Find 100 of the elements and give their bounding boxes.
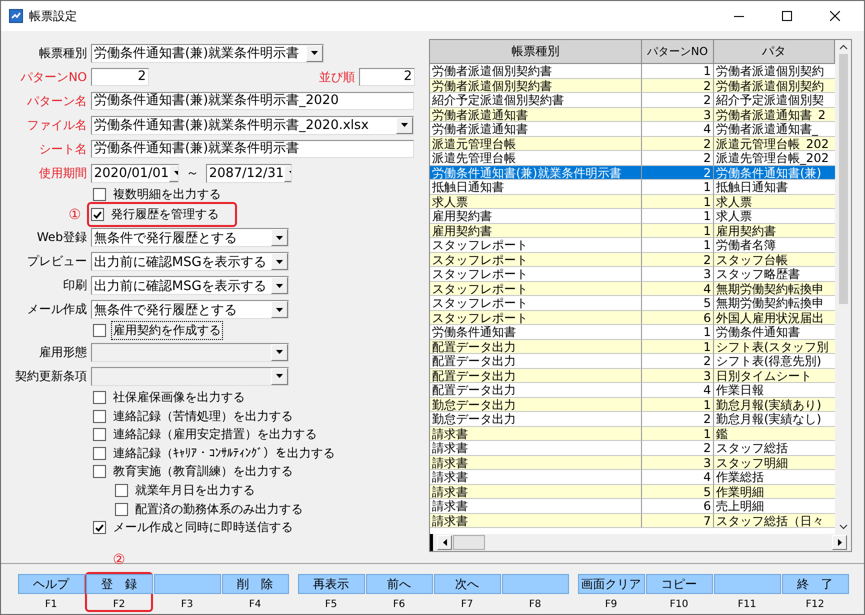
- table-row[interactable]: 勤怠データ出力 2 勤怠月報(実績なし): [430, 412, 835, 426]
- table-row[interactable]: 配置データ出力 4 作業日報: [430, 383, 835, 398]
- function-button[interactable]: ヘルプ: [18, 574, 84, 594]
- checkbox[interactable]: [93, 465, 106, 478]
- table-row[interactable]: 請求書 3 スタッフ明細: [430, 456, 835, 470]
- field-label: シート名: [38, 140, 87, 158]
- function-key-label: F10: [670, 599, 688, 610]
- dropdown[interactable]: 労働条件通知書(兼)就業条件明示書_2020.xlsx: [91, 116, 414, 134]
- function-button[interactable]: 画面クリア: [578, 574, 644, 594]
- callout-number: ①: [67, 206, 82, 223]
- table-row[interactable]: 請求書 7 スタッフ総括（日々: [430, 514, 835, 528]
- table-row[interactable]: 派遣先管理台帳 2 派遣先管理台帳_202: [430, 151, 835, 166]
- horizontal-scrollbar[interactable]: [430, 534, 851, 551]
- table-row[interactable]: 勤怠データ出力 1 勤怠月報(実績あり): [430, 398, 835, 412]
- table-row[interactable]: 労働者派遣通知書 3 労働者派遣通知書_2: [430, 108, 835, 122]
- table-row[interactable]: 労働者派遣通知書 4 労働者派遣通知書_: [430, 122, 835, 136]
- dropdown[interactable]: 出力前に確認MSGを表示する: [91, 276, 289, 296]
- table-row[interactable]: スタッフレポート 6 外国人雇用状況届出: [430, 310, 835, 325]
- dropdown[interactable]: 2020/01/01: [91, 164, 179, 182]
- field-label: 雇用形態: [38, 344, 87, 361]
- field-label: 帳票種別: [38, 44, 87, 62]
- checkbox[interactable]: [93, 324, 106, 338]
- field-label: パターン名: [26, 92, 87, 110]
- table-row[interactable]: 求人票 1 求人票: [430, 194, 835, 209]
- checkbox[interactable]: [93, 188, 106, 201]
- text-field[interactable]: 労働条件通知書(兼)就業条件明示書: [91, 140, 414, 158]
- range-separator: ～: [186, 165, 199, 182]
- table-row[interactable]: 請求書 1 鑑: [430, 426, 835, 441]
- function-key-label: F11: [738, 599, 756, 610]
- table-row[interactable]: 労働者派遣個別契約書 1 労働者派遣個別契約: [430, 64, 835, 78]
- checkbox-label: 発行履歴を管理する: [110, 206, 220, 224]
- function-button[interactable]: 次へ: [434, 574, 500, 594]
- checkbox-label: 連絡記録（苦情処理）を出力する: [112, 408, 294, 425]
- field-label: ファイル名: [26, 116, 87, 134]
- field-label: プレビュー: [26, 253, 87, 270]
- table-row[interactable]: 配置データ出力 3 日別タイムシート: [430, 368, 835, 383]
- window-title: 帳票設定: [29, 8, 77, 24]
- field-label: 並び順: [319, 68, 355, 86]
- function-key-label: F3: [180, 599, 194, 610]
- table-row[interactable]: 請求書 5 作業明細: [430, 484, 835, 499]
- maximize-icon[interactable]: [782, 11, 792, 21]
- table-row[interactable]: 抵触日通知書 1 抵触日通知書: [430, 180, 835, 194]
- scroll-left-icon[interactable]: [442, 539, 446, 546]
- table-row[interactable]: スタッフレポート 4 無期労働契約転換申: [430, 282, 835, 296]
- checkbox-label: 教育実施（教育訓練）を出力する: [112, 463, 294, 480]
- table-row[interactable]: 派遣元管理台帳 2 派遣元管理台帳_202: [430, 136, 835, 151]
- checkbox[interactable]: [93, 410, 106, 423]
- function-button[interactable]: 前へ: [366, 574, 432, 594]
- table-row[interactable]: 紹介予定派遣個別契約書 2 紹介予定派遣個別契: [430, 93, 835, 108]
- table-row[interactable]: 請求書 6 売上明細: [430, 499, 835, 514]
- table-row[interactable]: 配置データ出力 2 シフト表(得意先別): [430, 354, 835, 368]
- checkbox[interactable]: [91, 208, 104, 222]
- function-button[interactable]: 終 了: [782, 574, 848, 594]
- table-row[interactable]: 請求書 4 作業総括: [430, 470, 835, 484]
- table-row[interactable]: 雇用契約書 1 求人票: [430, 209, 835, 224]
- scroll-right-icon[interactable]: [838, 539, 842, 546]
- dropdown[interactable]: 労働条件通知書(兼)就業条件明示書: [91, 44, 324, 62]
- table-row[interactable]: スタッフレポート 1 労働者名簿: [430, 238, 835, 252]
- function-button[interactable]: 登 録: [86, 574, 152, 594]
- dropdown[interactable]: 出力前に確認MSGを表示する: [91, 252, 289, 272]
- table-cell: 7: [642, 514, 714, 528]
- checkbox[interactable]: [93, 390, 106, 404]
- vertical-scrollbar[interactable]: [835, 40, 851, 534]
- table-row[interactable]: 請求書 2 スタッフ総括: [430, 441, 835, 456]
- table-row[interactable]: 雇用契約書 1 雇用契約書: [430, 224, 835, 238]
- checkbox[interactable]: [115, 502, 128, 516]
- text-field[interactable]: 労働条件通知書(兼)就業条件明示書_2020: [91, 92, 414, 110]
- dropdown[interactable]: 無条件で発行履歴とする: [91, 300, 289, 320]
- scrollbar-thumb[interactable]: [453, 535, 485, 550]
- function-button[interactable]: 再表示: [298, 574, 364, 594]
- field-label: 印刷: [62, 277, 87, 294]
- table-row[interactable]: スタッフレポート 3 スタッフ略歴書: [430, 267, 835, 282]
- table-row[interactable]: 労働条件通知書 1 労働条件通知書: [430, 325, 835, 340]
- dropdown[interactable]: 無条件で発行履歴とする: [91, 228, 289, 248]
- field-label: Web登録: [36, 229, 87, 246]
- checkbox[interactable]: [93, 446, 106, 460]
- table-row[interactable]: 配置データ出力 1 シフト表(スタッフ別: [430, 340, 835, 354]
- dropdown[interactable]: 2087/12/31: [206, 164, 292, 182]
- table-row[interactable]: スタッフレポート 5 無期労働契約転換申: [430, 296, 835, 310]
- checkbox-label: 連絡記録（雇用安定措置）を出力する: [112, 426, 318, 444]
- function-button[interactable]: 削 除: [222, 574, 288, 594]
- number-field[interactable]: 2: [359, 68, 415, 86]
- checkbox-label: メール作成と同時に即時送信する: [112, 519, 294, 536]
- checkbox-label: 社保雇保画像を出力する: [112, 388, 246, 406]
- function-key-label: F9: [604, 599, 618, 610]
- function-button[interactable]: コピー: [646, 574, 712, 594]
- checkbox-label: 複数明細を出力する: [112, 186, 222, 203]
- checkbox[interactable]: [93, 521, 106, 534]
- close-icon[interactable]: [830, 11, 840, 21]
- scroll-up-icon[interactable]: [838, 44, 848, 50]
- table-row[interactable]: 労働者派遣個別契約書 2 労働者派遣個別契約: [430, 78, 835, 93]
- function-key-label: F7: [460, 599, 474, 610]
- checkbox[interactable]: [93, 428, 106, 442]
- table-row[interactable]: スタッフレポート 2 スタッフ台帳: [430, 252, 835, 267]
- checkbox[interactable]: [115, 484, 128, 497]
- number-field[interactable]: 2: [91, 68, 149, 86]
- scroll-down-icon[interactable]: [838, 524, 848, 530]
- app-icon: [9, 9, 23, 23]
- scrollbar-thumb[interactable]: [838, 54, 848, 304]
- table-row[interactable]: 労働条件通知書(兼)就業条件明示書 2 労働条件通知書(兼): [430, 166, 835, 180]
